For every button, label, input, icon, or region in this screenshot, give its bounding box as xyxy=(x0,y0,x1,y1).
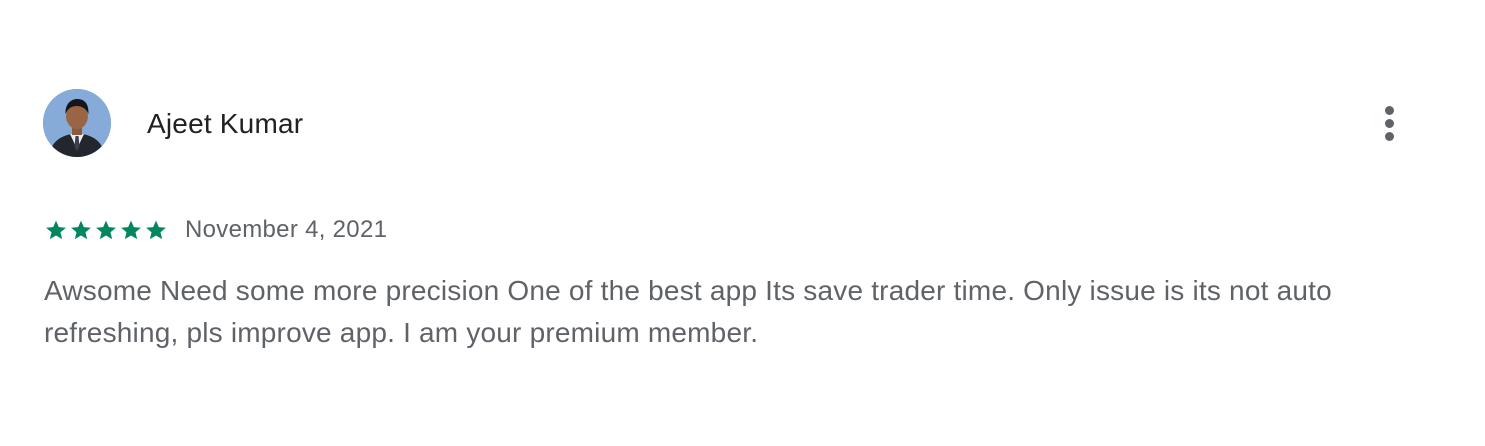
star-icon xyxy=(46,220,66,240)
rating-row: November 4, 2021 xyxy=(45,214,387,246)
author-name: Ajeet Kumar xyxy=(147,108,304,139)
star-icon xyxy=(121,220,141,240)
more-options-icon[interactable] xyxy=(1374,102,1406,146)
star-icon xyxy=(71,220,91,240)
star-icon xyxy=(96,220,116,240)
star-rating xyxy=(45,219,167,241)
review-text: Awsome Need some more precision One of t… xyxy=(44,275,1332,348)
review-card: Ajeet Kumar November 4, 2021 Awsome Need… xyxy=(0,0,1485,446)
star-icon xyxy=(146,220,166,240)
avatar xyxy=(43,89,111,157)
review-date: November 4, 2021 xyxy=(185,216,388,243)
